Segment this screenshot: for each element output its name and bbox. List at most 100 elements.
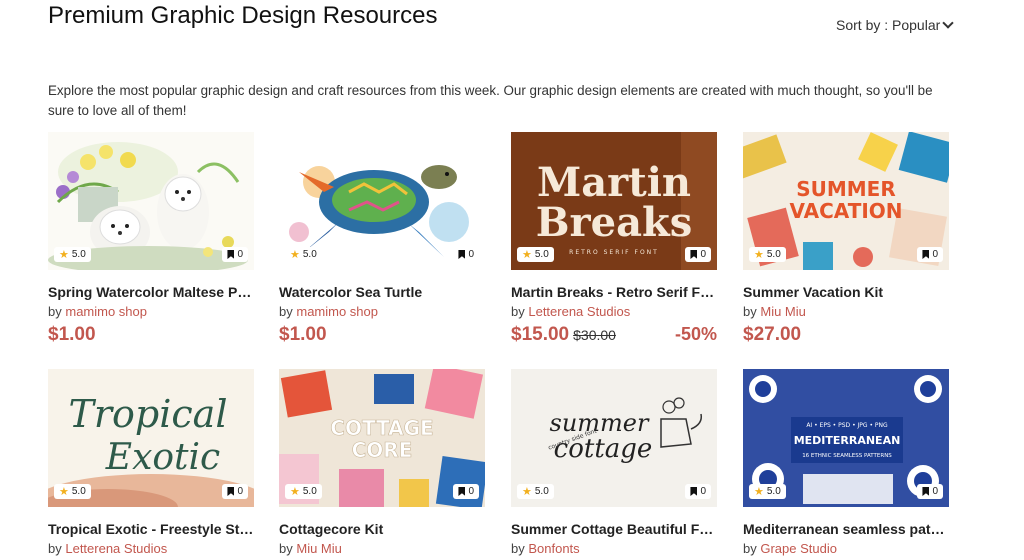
bookmark-icon bbox=[458, 250, 466, 259]
product-price-row: $15.00 $30.00 -50% bbox=[511, 324, 717, 346]
save-button[interactable]: 0 bbox=[917, 484, 943, 499]
page-title: Premium Graphic Design Resources bbox=[48, 2, 438, 29]
rating-badge: ★ 5.0 bbox=[749, 247, 786, 262]
product-card[interactable]: Tropical Exotic ★ 5.0 0 Tropical Exotic -… bbox=[48, 369, 254, 556]
rating-badge: ★ 5.0 bbox=[54, 484, 91, 499]
product-title[interactable]: Watercolor Sea Turtle bbox=[279, 284, 485, 300]
bookmark-icon bbox=[690, 250, 698, 259]
product-author: by mamimo shop bbox=[48, 304, 147, 319]
product-card[interactable]: Martin Breaks RETRO SERIF FONT ★ 5.0 0 Ma… bbox=[511, 132, 717, 346]
thumb-text: Breaks bbox=[536, 199, 692, 246]
product-card[interactable]: AI • EPS • PSD • JPG • PNG MEDITERRANEAN… bbox=[743, 369, 949, 556]
star-icon: ★ bbox=[522, 248, 532, 261]
thumb-text: VACATION bbox=[789, 199, 902, 223]
discount-badge: -50% bbox=[674, 324, 717, 344]
star-icon: ★ bbox=[754, 248, 764, 261]
product-author: by Letterena Studios bbox=[511, 304, 631, 319]
shop-link[interactable]: mamimo shop bbox=[296, 304, 378, 319]
product-card[interactable]: ★ 5.0 0 Spring Watercolor Maltese Pup... … bbox=[48, 132, 254, 346]
star-icon: ★ bbox=[290, 485, 300, 498]
product-thumbnail[interactable]: Tropical Exotic ★ 5.0 0 bbox=[48, 369, 254, 507]
shop-link[interactable]: Grape Studio bbox=[760, 541, 837, 556]
save-button[interactable]: 0 bbox=[222, 484, 248, 499]
product-price-row: $27.00 bbox=[743, 324, 949, 346]
product-author: by mamimo shop bbox=[279, 304, 378, 319]
product-author: by Miu Miu bbox=[279, 541, 342, 556]
bookmark-icon bbox=[922, 250, 930, 259]
product-thumbnail[interactable]: ★ 5.0 0 bbox=[48, 132, 254, 270]
page: Premium Graphic Design Resources Sort by… bbox=[0, 0, 1024, 560]
star-icon: ★ bbox=[522, 485, 532, 498]
sort-dropdown[interactable]: Sort by : Popular bbox=[836, 17, 954, 33]
product-price-row: $1.00 bbox=[279, 324, 485, 346]
star-icon: ★ bbox=[59, 248, 69, 261]
thumb-text: AI • EPS • PSD • JPG • PNG bbox=[806, 422, 888, 429]
thumb-text: RETRO SERIF FONT bbox=[569, 249, 659, 256]
product-thumbnail[interactable]: SUMMER VACATION ★ 5.0 0 bbox=[743, 132, 949, 270]
shop-link[interactable]: Miu Miu bbox=[760, 304, 806, 319]
product-author: by Grape Studio bbox=[743, 541, 837, 556]
shop-link[interactable]: Miu Miu bbox=[296, 541, 342, 556]
rating-badge: ★ 5.0 bbox=[517, 484, 554, 499]
rating-badge: ★ 5.0 bbox=[517, 247, 554, 262]
product-card[interactable]: ★ 5.0 0 Watercolor Sea Turtle by mamimo s… bbox=[279, 132, 485, 346]
product-title[interactable]: Summer Cottage Beautiful Far... bbox=[511, 521, 717, 537]
product-title[interactable]: Spring Watercolor Maltese Pup... bbox=[48, 284, 254, 300]
star-icon: ★ bbox=[290, 248, 300, 261]
save-button[interactable]: 0 bbox=[222, 247, 248, 262]
product-title[interactable]: Tropical Exotic - Freestyle Styli... bbox=[48, 521, 254, 537]
star-icon: ★ bbox=[59, 485, 69, 498]
thumb-text: Tropical bbox=[69, 392, 228, 436]
rating-badge: ★ 5.0 bbox=[749, 484, 786, 499]
product-thumbnail[interactable]: summer cottage country side font ★ 5.0 0 bbox=[511, 369, 717, 507]
star-icon: ★ bbox=[754, 485, 764, 498]
thumb-text: CORE bbox=[352, 438, 413, 462]
product-title[interactable]: Martin Breaks - Retro Serif Font bbox=[511, 284, 717, 300]
product-card[interactable]: summer cottage country side font ★ 5.0 0 … bbox=[511, 369, 717, 556]
product-card[interactable]: SUMMER VACATION ★ 5.0 0 Summer Vacation K… bbox=[743, 132, 949, 346]
bookmark-icon bbox=[227, 487, 235, 496]
thumb-text: SUMMER bbox=[796, 177, 896, 201]
original-price: $30.00 bbox=[573, 327, 616, 343]
product-price: $1.00 bbox=[279, 324, 327, 345]
product-title[interactable]: Summer Vacation Kit bbox=[743, 284, 949, 300]
product-thumbnail[interactable]: COTTAGE CORE ★ 5.0 0 bbox=[279, 369, 485, 507]
rating-badge: ★ 5.0 bbox=[285, 484, 322, 499]
thumb-text: COTTAGE bbox=[330, 416, 433, 440]
shop-link[interactable]: Letterena Studios bbox=[65, 541, 167, 556]
product-thumbnail[interactable]: ★ 5.0 0 bbox=[279, 132, 485, 270]
product-thumbnail[interactable]: Martin Breaks RETRO SERIF FONT ★ 5.0 0 bbox=[511, 132, 717, 270]
thumb-text: 16 ETHNIC SEAMLESS PATTERNS bbox=[802, 453, 892, 459]
product-title[interactable]: Mediterranean seamless patter... bbox=[743, 521, 949, 537]
bookmark-icon bbox=[458, 487, 466, 496]
chevron-down-icon bbox=[942, 17, 954, 29]
thumb-text: Exotic bbox=[105, 437, 220, 478]
product-card[interactable]: COTTAGE CORE ★ 5.0 0 Cottagecore Kit by M… bbox=[279, 369, 485, 556]
rating-badge: ★ 5.0 bbox=[54, 247, 91, 262]
product-price: $15.00 bbox=[511, 324, 570, 345]
rating-badge: ★ 5.0 bbox=[285, 247, 322, 262]
bookmark-icon bbox=[227, 250, 235, 259]
product-price-row: $1.00 bbox=[48, 324, 254, 346]
page-description: Explore the most popular graphic design … bbox=[48, 83, 933, 119]
shop-link[interactable]: mamimo shop bbox=[65, 304, 147, 319]
product-author: by Letterena Studios bbox=[48, 541, 168, 556]
save-button[interactable]: 0 bbox=[685, 247, 711, 262]
product-price: $27.00 bbox=[743, 324, 802, 345]
save-button[interactable]: 0 bbox=[453, 484, 479, 499]
product-author: by Miu Miu bbox=[743, 304, 806, 319]
product-author: by Bonfonts bbox=[511, 541, 580, 556]
bookmark-icon bbox=[690, 487, 698, 496]
shop-link[interactable]: Letterena Studios bbox=[528, 304, 630, 319]
sort-label: Sort by : Popular bbox=[836, 17, 941, 33]
save-button[interactable]: 0 bbox=[453, 247, 479, 262]
product-title[interactable]: Cottagecore Kit bbox=[279, 521, 485, 537]
product-thumbnail[interactable]: AI • EPS • PSD • JPG • PNG MEDITERRANEAN… bbox=[743, 369, 949, 507]
shop-link[interactable]: Bonfonts bbox=[528, 541, 579, 556]
save-button[interactable]: 0 bbox=[685, 484, 711, 499]
save-button[interactable]: 0 bbox=[917, 247, 943, 262]
bookmark-icon bbox=[922, 487, 930, 496]
product-price: $1.00 bbox=[48, 324, 96, 345]
thumb-text: MEDITERRANEAN bbox=[794, 434, 901, 447]
thumb-text: summer bbox=[550, 409, 650, 437]
